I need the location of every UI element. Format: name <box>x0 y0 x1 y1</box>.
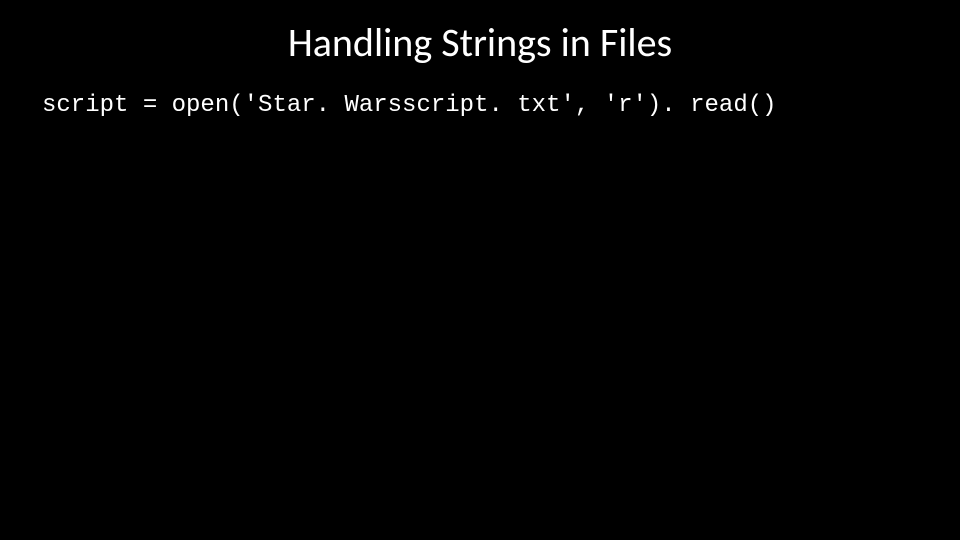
slide-title: Handling Strings in Files <box>0 18 960 67</box>
slide: Handling Strings in Files script = open(… <box>0 0 960 540</box>
code-line: script = open('Star. Warsscript. txt', '… <box>42 92 777 119</box>
